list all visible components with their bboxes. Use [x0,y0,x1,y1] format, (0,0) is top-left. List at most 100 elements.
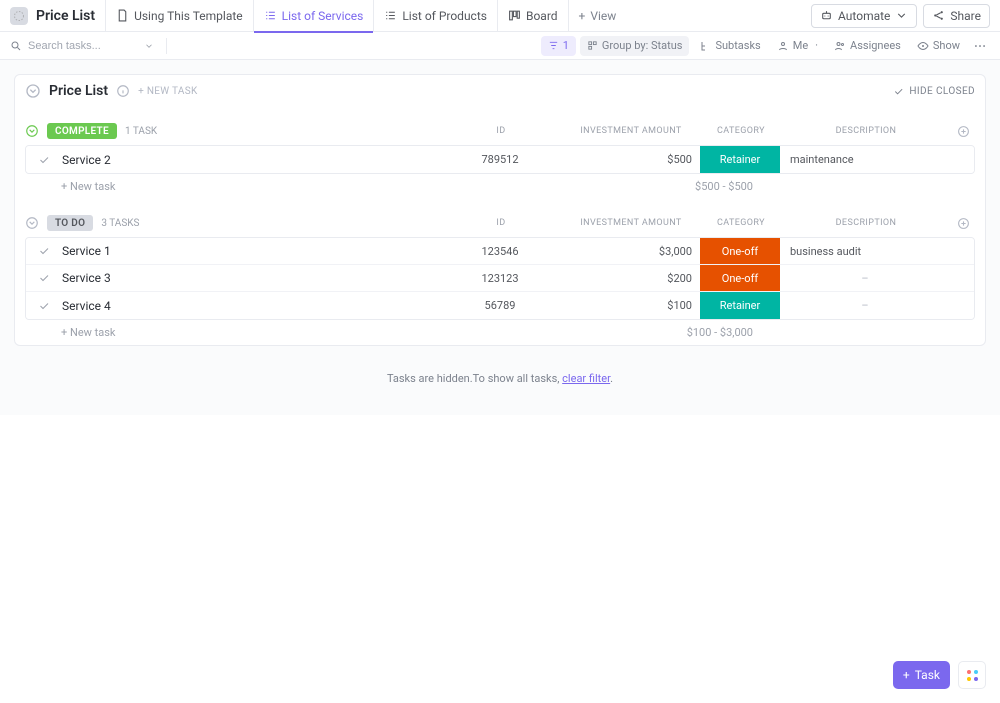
task-investment-cell[interactable]: $100 [560,292,700,319]
filter-icon [548,40,559,51]
group-collapse-icon[interactable] [25,124,39,138]
tab-label: List of Products [402,9,487,23]
tab-using-this-template[interactable]: Using This Template [105,0,253,32]
list-title: Price List [49,83,108,99]
search-box[interactable] [10,40,160,52]
status-chip[interactable]: TO DO [47,215,93,231]
list-icon [10,7,28,25]
tab-label: Using This Template [134,9,243,23]
task-count: 1 TASK [125,126,157,137]
task-id-cell[interactable]: 56789 [440,292,560,319]
assignees-button[interactable]: Assignees [828,36,907,56]
show-button[interactable]: Show [911,36,966,56]
new-task-button[interactable]: + New task [61,180,115,193]
subtasks-label: Subtasks [715,39,760,52]
task-status-checkbox[interactable] [26,238,62,264]
column-header-category[interactable]: CATEGORY [701,126,781,136]
dot-separator: · [815,39,818,52]
list-bullets-icon [264,9,277,22]
task-category-cell[interactable]: One-off [700,238,780,264]
tab-label: List of Services [282,9,364,23]
check-icon [893,86,904,97]
task-id-cell[interactable]: 123123 [440,265,560,291]
column-header-investment[interactable]: INVESTMENT AMOUNT [561,218,701,228]
task-name[interactable]: Service 3 [62,265,440,291]
task-row[interactable]: Service 4 56789 $100 Retainer – [26,292,974,319]
create-task-label: Task [915,668,940,682]
subtasks-button[interactable]: Subtasks [693,36,766,56]
tasks-hidden-message: Tasks are hidden.To show all tasks, clea… [14,372,986,385]
task-id-cell[interactable]: 789512 [440,146,560,173]
column-header-id[interactable]: ID [441,218,561,228]
add-view-button[interactable]: + View [568,0,627,32]
chevron-down-icon[interactable] [144,41,154,51]
status-chip[interactable]: COMPLETE [47,123,117,139]
task-description-cell[interactable]: maintenance [780,146,950,173]
group-by-pill[interactable]: Group by: Status [580,36,690,56]
more-menu-button[interactable] [970,39,990,53]
column-header-category[interactable]: CATEGORY [701,218,781,228]
task-id-cell[interactable]: 123546 [440,238,560,264]
task-name[interactable]: Service 4 [62,292,440,319]
row-spacer [950,292,974,319]
page-title: Price List [36,8,95,24]
tab-list-of-products[interactable]: List of Products [373,0,497,32]
task-category-cell[interactable]: Retainer [700,146,780,173]
task-row[interactable]: Service 3 123123 $200 One-off – [26,265,974,292]
apps-button[interactable] [958,661,986,689]
column-header-description[interactable]: DESCRIPTION [781,126,951,136]
column-header-description[interactable]: DESCRIPTION [781,218,951,228]
filter-count: 1 [563,39,569,52]
task-status-checkbox[interactable] [26,292,62,319]
filter-count-pill[interactable]: 1 [541,36,576,56]
column-header-id[interactable]: ID [441,126,561,136]
column-header-investment[interactable]: INVESTMENT AMOUNT [561,126,701,136]
dots-horizontal-icon [973,39,987,53]
plus-icon: + [579,9,586,23]
info-icon[interactable] [116,84,130,98]
task-category-cell[interactable]: One-off [700,265,780,291]
chevron-down-icon [895,9,908,22]
task-status-checkbox[interactable] [26,146,62,173]
task-count: 3 TASKS [101,218,139,229]
task-name[interactable]: Service 1 [62,238,440,264]
hidden-msg-text: Tasks are hidden.To show all tasks, [387,372,562,385]
doc-icon [116,9,129,22]
eye-icon [917,40,929,52]
add-column-button[interactable] [951,217,975,230]
task-description-cell[interactable]: – [780,265,950,291]
collapse-toggle-icon[interactable] [25,83,41,99]
group-collapse-icon[interactable] [25,216,39,230]
share-button[interactable]: Share [923,4,990,28]
task-investment-cell[interactable]: $3,000 [560,238,700,264]
task-row[interactable]: Service 1 123546 $3,000 One-off business… [26,238,974,265]
task-investment-cell[interactable]: $200 [560,265,700,291]
add-view-label: View [590,9,616,23]
task-description-cell[interactable]: – [780,292,950,319]
row-spacer [950,265,974,291]
task-name[interactable]: Service 2 [62,146,440,173]
create-task-button[interactable]: + Task [893,661,950,689]
automate-button[interactable]: Automate [811,4,917,28]
hide-closed-button[interactable]: HIDE CLOSED [893,86,975,97]
search-input[interactable] [28,40,138,52]
task-status-checkbox[interactable] [26,265,62,291]
clear-filter-link[interactable]: clear filter [562,372,610,385]
row-spacer [950,146,974,173]
new-task-head-button[interactable]: + NEW TASK [138,86,197,97]
me-button[interactable]: Me · [771,36,824,56]
new-task-button[interactable]: + New task [61,326,115,339]
tab-list-of-services[interactable]: List of Services [253,0,374,32]
task-investment-cell[interactable]: $500 [560,146,700,173]
list-bullets-icon [384,9,397,22]
tab-board[interactable]: Board [497,0,568,32]
task-description-cell[interactable]: business audit [780,238,950,264]
row-spacer [950,238,974,264]
task-row[interactable]: Service 2 789512 $500 Retainer maintenan… [26,146,974,173]
search-icon [10,40,22,52]
task-category-cell[interactable]: Retainer [700,292,780,319]
group-sum: $500 - $500 [621,180,761,193]
board-icon [508,9,521,22]
plus-icon: + [903,668,910,682]
add-column-button[interactable] [951,125,975,138]
